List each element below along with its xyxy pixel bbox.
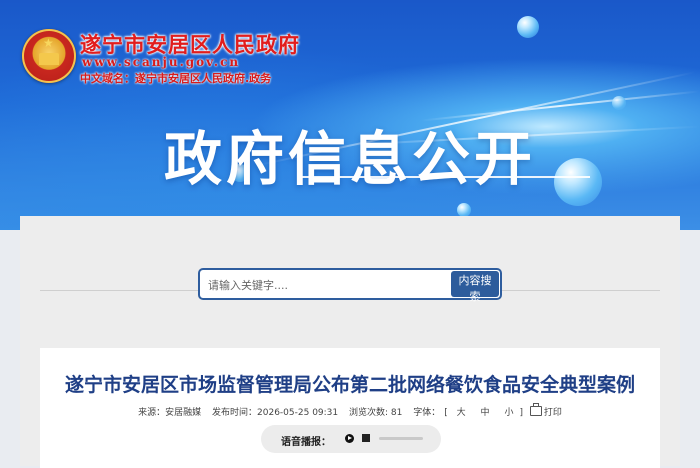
banner-title: 政府信息公开 bbox=[163, 125, 536, 193]
bracket-open: [ bbox=[444, 408, 448, 418]
star-icon: ★ bbox=[43, 36, 54, 50]
search-button[interactable]: 内容搜索 bbox=[451, 271, 499, 303]
site-domain: www.scanju.gov.cn bbox=[82, 55, 241, 69]
audio-progress-bar[interactable] bbox=[379, 437, 423, 440]
search-bar: 内容搜索 bbox=[198, 268, 502, 303]
divider-left bbox=[40, 290, 198, 291]
article-views: 浏览次数: 81 bbox=[349, 408, 403, 418]
font-size-label: 字体： bbox=[413, 408, 441, 418]
search-input[interactable] bbox=[206, 274, 450, 296]
print-button[interactable]: 打印 bbox=[529, 403, 562, 418]
play-icon[interactable] bbox=[345, 434, 354, 443]
national-emblem-icon: ★ bbox=[22, 29, 76, 83]
bracket-close: ] bbox=[519, 408, 523, 418]
header-banner: ★ 遂宁市安居区人民政府 www.scanju.gov.cn 中文域名：遂宁市安… bbox=[0, 0, 700, 230]
banner-underline bbox=[300, 176, 590, 178]
decorative-bubble bbox=[612, 96, 626, 110]
article-meta: 来源：安居融媒 发布时间：2026-05-25 09:31 浏览次数: 81 字… bbox=[40, 403, 660, 418]
font-medium-button[interactable]: 中 bbox=[481, 408, 490, 418]
article-published: 发布时间：2026-05-25 09:31 bbox=[212, 408, 339, 418]
decorative-bubble bbox=[517, 16, 539, 38]
site-chinese-domain: 中文域名：遂宁市安居区人民政府.政务 bbox=[80, 72, 272, 85]
gate-icon bbox=[39, 53, 59, 65]
font-large-button[interactable]: 大 bbox=[457, 408, 466, 418]
divider-right bbox=[502, 290, 660, 291]
audio-player: 语音播报： bbox=[261, 425, 441, 453]
article-title: 遂宁市安居区市场监督管理局公布第二批网络餐饮食品安全典型案例 bbox=[64, 374, 635, 396]
print-label: 打印 bbox=[543, 408, 562, 418]
print-icon bbox=[529, 403, 542, 416]
font-small-button[interactable]: 小 bbox=[504, 408, 513, 418]
stop-icon[interactable] bbox=[362, 434, 370, 442]
audio-label: 语音播报： bbox=[281, 437, 331, 448]
article-source: 来源：安居融媒 bbox=[138, 408, 202, 418]
article-card: 遂宁市安居区市场监督管理局公布第二批网络餐饮食品安全典型案例 来源：安居融媒 发… bbox=[40, 348, 660, 468]
decorative-bubble bbox=[457, 203, 471, 217]
